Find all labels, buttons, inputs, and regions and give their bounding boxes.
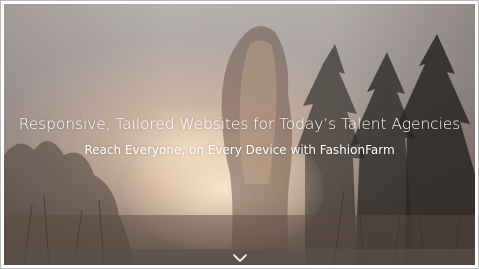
hero-subline: Reach Everyone, on Every Device with Fas… bbox=[84, 143, 395, 157]
hero-headline: Responsive, Tailored Websites for Today’… bbox=[18, 115, 461, 133]
screenshot-frame: Responsive, Tailored Websites for Today’… bbox=[0, 0, 479, 269]
chevron-down-icon[interactable] bbox=[232, 251, 248, 263]
hero-banner: Responsive, Tailored Websites for Today’… bbox=[4, 4, 475, 265]
